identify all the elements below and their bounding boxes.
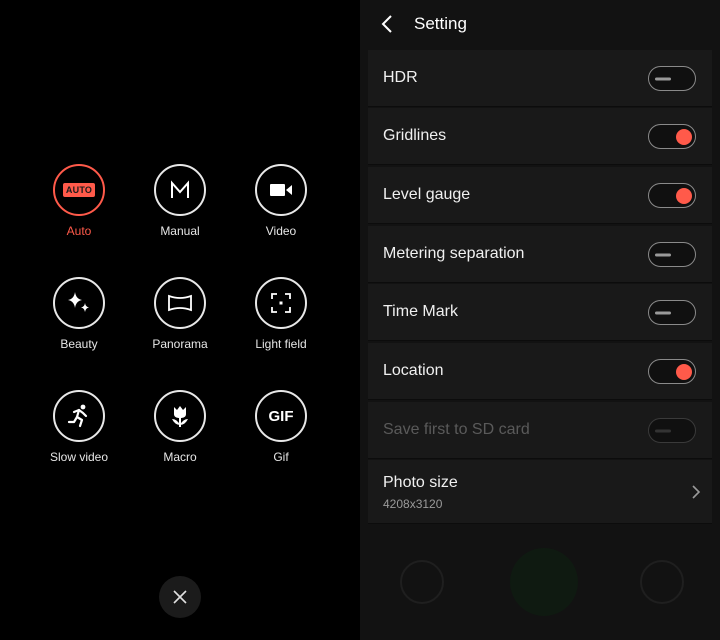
mode-panorama[interactable]: Panorama: [130, 277, 230, 351]
panorama-mode-button[interactable]: [154, 277, 206, 329]
toggle-knob: [655, 253, 671, 256]
setting-row-time-mark[interactable]: Time Mark: [368, 284, 712, 341]
close-icon: [173, 590, 187, 604]
mode-video[interactable]: Video: [231, 164, 331, 238]
setting-row-save-to-sd: Save first to SD card: [368, 402, 712, 459]
setting-label: Time Mark: [383, 303, 458, 320]
toggle-knob: [655, 429, 671, 432]
setting-label: HDR: [383, 69, 418, 86]
manual-mode-button[interactable]: [154, 164, 206, 216]
mode-beauty[interactable]: Beauty: [29, 277, 129, 351]
setting-row-metering-separation[interactable]: Metering separation: [368, 226, 712, 283]
toggle-knob: [655, 77, 671, 80]
setting-row-photo-size[interactable]: Photo size 4208x3120: [368, 460, 712, 524]
toggle-knob: [676, 187, 692, 204]
level-gauge-toggle[interactable]: [648, 183, 696, 208]
setting-label: Photo size: [383, 474, 458, 491]
mode-label: Light field: [255, 337, 307, 351]
chevron-right-icon: [692, 485, 701, 499]
mode-label: Beauty: [60, 337, 98, 351]
time-mark-toggle[interactable]: [648, 300, 696, 325]
beauty-mode-button[interactable]: [53, 277, 105, 329]
mode-label: Video: [265, 224, 297, 238]
mode-manual[interactable]: Manual: [130, 164, 230, 238]
background-shutter-ghost: [400, 560, 444, 604]
photo-size-value: 4208x3120: [383, 497, 443, 511]
manual-m-icon: [171, 180, 189, 198]
setting-row-location[interactable]: Location: [368, 343, 712, 400]
panorama-icon: [168, 294, 192, 312]
save-to-sd-toggle: [648, 418, 696, 443]
settings-panel: Setting HDR Gridlines Level gauge Meteri…: [360, 0, 720, 640]
close-button[interactable]: [159, 576, 201, 618]
running-person-icon: [67, 404, 88, 428]
mode-label: Manual: [160, 224, 200, 238]
toggle-knob: [655, 311, 671, 314]
setting-label: Location: [383, 362, 444, 379]
mode-auto[interactable]: AUTO Auto: [29, 164, 129, 238]
mode-slow-video[interactable]: Slow video: [29, 390, 129, 464]
setting-row-hdr[interactable]: HDR: [368, 50, 712, 107]
gif-icon: GIF: [268, 407, 294, 425]
macro-mode-button[interactable]: [154, 390, 206, 442]
auto-badge-icon: AUTO: [62, 183, 96, 197]
auto-mode-button[interactable]: AUTO: [53, 164, 105, 216]
setting-label: Metering separation: [383, 245, 525, 262]
setting-row-level-gauge[interactable]: Level gauge: [368, 167, 712, 224]
light-field-mode-button[interactable]: [255, 277, 307, 329]
settings-header: Setting: [360, 0, 720, 48]
slow-video-mode-button[interactable]: [53, 390, 105, 442]
mode-label: Panorama: [152, 337, 208, 351]
mode-label: Slow video: [49, 450, 109, 464]
mode-label: Macro: [163, 450, 197, 464]
background-shutter-ghost: [510, 548, 578, 616]
background-shutter-ghost: [640, 560, 684, 604]
gridlines-toggle[interactable]: [648, 124, 696, 149]
setting-label: Gridlines: [383, 127, 447, 144]
video-camera-icon: [270, 184, 292, 196]
setting-label: Level gauge: [383, 186, 471, 203]
page-title: Setting: [414, 14, 467, 33]
focus-frame-icon: [271, 293, 291, 313]
setting-row-gridlines[interactable]: Gridlines: [368, 108, 712, 165]
back-arrow-icon[interactable]: [376, 12, 400, 36]
mode-macro[interactable]: Macro: [130, 390, 230, 464]
toggle-knob: [676, 128, 692, 145]
mode-gif[interactable]: GIF Gif: [231, 390, 331, 464]
setting-label: Save first to SD card: [383, 421, 530, 438]
metering-separation-toggle[interactable]: [648, 242, 696, 267]
toggle-knob: [676, 363, 692, 380]
sparkle-icon: [68, 292, 89, 312]
gif-mode-button[interactable]: GIF: [255, 390, 307, 442]
mode-label: Gif: [273, 450, 289, 464]
flower-icon: [172, 406, 188, 427]
camera-mode-panel: AUTO Auto Manual Video Beauty Panorama L…: [0, 0, 360, 640]
hdr-toggle[interactable]: [648, 66, 696, 91]
video-mode-button[interactable]: [255, 164, 307, 216]
location-toggle[interactable]: [648, 359, 696, 384]
mode-light-field[interactable]: Light field: [231, 277, 331, 351]
mode-label: Auto: [66, 224, 92, 238]
